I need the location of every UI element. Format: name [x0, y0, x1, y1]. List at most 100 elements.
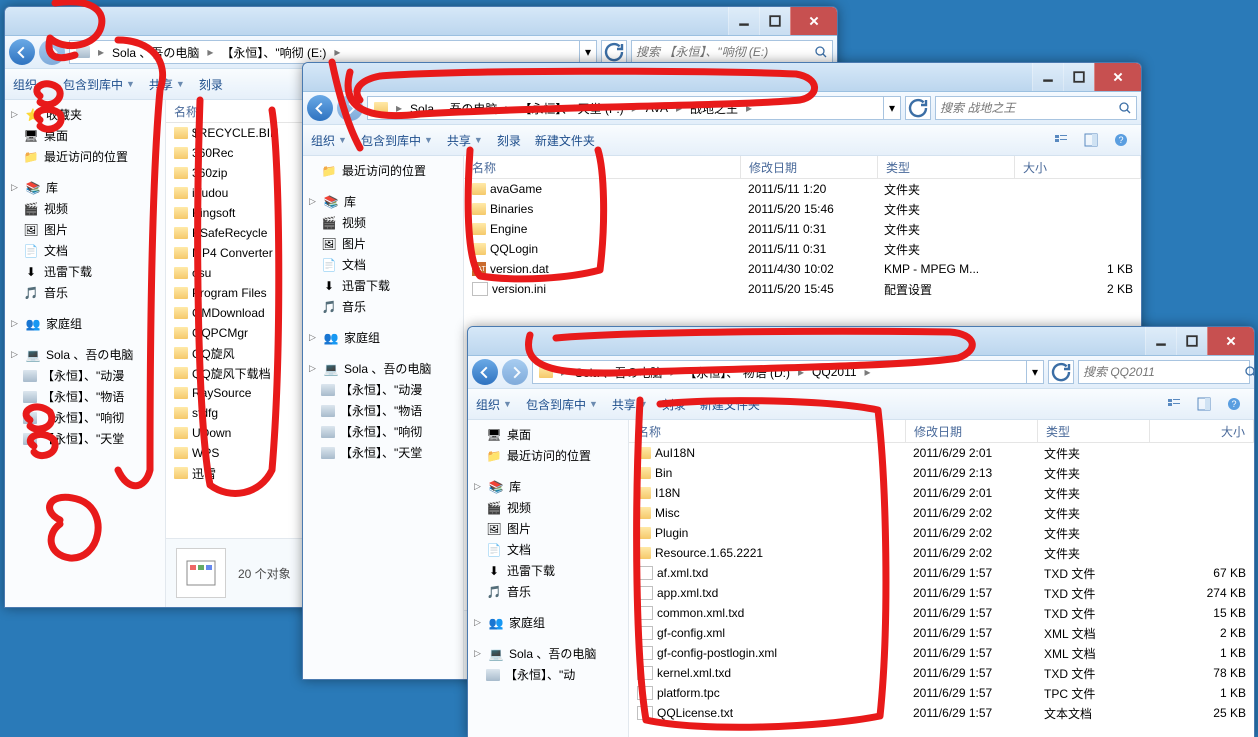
sidebar-homegroup[interactable]: ▷👥家庭组: [468, 612, 628, 633]
sidebar-recent[interactable]: 📁最近访问的位置: [303, 160, 463, 181]
forward-button[interactable]: [502, 359, 528, 385]
breadcrumb-item[interactable]: AVA: [640, 97, 674, 119]
forward-button[interactable]: [337, 95, 363, 121]
close-button[interactable]: [1094, 63, 1141, 91]
path-dropdown[interactable]: ▾: [1026, 361, 1043, 383]
sidebar-drive[interactable]: 【永恒】、"物语: [303, 400, 463, 421]
sidebar-music[interactable]: 🎵音乐: [468, 581, 628, 602]
file-list[interactable]: AuI18N2011/6/29 2:01文件夹Bin2011/6/29 2:13…: [629, 443, 1254, 737]
view-options-button[interactable]: [1162, 392, 1186, 416]
sidebar-pictures[interactable]: 🖼图片: [5, 219, 165, 240]
sidebar-drive[interactable]: 【永恒】、"物语: [5, 386, 165, 407]
breadcrumb-item[interactable]: Sola 、吾の电脑: [404, 97, 503, 119]
sidebar-desktop[interactable]: 🖥桌面: [468, 424, 628, 445]
titlebar[interactable]: [5, 7, 837, 36]
sidebar-drive[interactable]: 【永恒】、"响彻: [5, 407, 165, 428]
sidebar-pictures[interactable]: 🖼图片: [468, 518, 628, 539]
breadcrumb-bar[interactable]: ▸ Sola 、吾の电脑▸ 【永恒】、"响彻 (E:)▸ ▾: [69, 40, 597, 64]
organize-menu[interactable]: 组织▼: [311, 132, 347, 149]
list-item[interactable]: Binaries2011/5/20 15:46文件夹: [464, 199, 1141, 219]
breadcrumb-item[interactable]: Sola 、吾の电脑: [106, 41, 205, 63]
sidebar-pictures[interactable]: 🖼图片: [303, 233, 463, 254]
list-item[interactable]: Plugin2011/6/29 2:02文件夹: [629, 523, 1254, 543]
breadcrumb-bar[interactable]: ▸ Sola 、吾の电脑▸ 【永恒】、"物语 (D:)▸ QQ2011▸ ▾: [532, 360, 1044, 384]
breadcrumb-item[interactable]: 【永恒】、"响彻 (E:): [215, 41, 332, 63]
search-box[interactable]: [631, 40, 833, 64]
sidebar-xunlei[interactable]: ⬇迅雷下载: [303, 275, 463, 296]
sidebar-documents[interactable]: 📄文档: [468, 539, 628, 560]
list-item[interactable]: I18N2011/6/29 2:01文件夹: [629, 483, 1254, 503]
sidebar-drive[interactable]: 【永恒】、"动漫: [303, 379, 463, 400]
share-menu[interactable]: 共享▼: [447, 132, 483, 149]
list-item[interactable]: Bin2011/6/29 2:13文件夹: [629, 463, 1254, 483]
breadcrumb-item[interactable]: QQ2011: [806, 361, 862, 383]
maximize-button[interactable]: [1176, 327, 1207, 355]
organize-menu[interactable]: 组织▼: [476, 396, 512, 413]
list-item[interactable]: platform.tpc2011/6/29 1:57TPC 文件1 KB: [629, 683, 1254, 703]
back-button[interactable]: [9, 39, 35, 65]
col-type[interactable]: 类型: [878, 156, 1015, 178]
sidebar-video[interactable]: 🎬视频: [303, 212, 463, 233]
preview-pane-button[interactable]: [1192, 392, 1216, 416]
sidebar-computer[interactable]: ▷💻Sola 、吾の电脑: [5, 344, 165, 365]
organize-menu[interactable]: 组织▼: [13, 76, 49, 93]
col-name[interactable]: 名称: [464, 156, 741, 178]
col-date[interactable]: 修改日期: [741, 156, 878, 178]
list-item[interactable]: gf-config.xml2011/6/29 1:57XML 文档2 KB: [629, 623, 1254, 643]
sidebar-video[interactable]: 🎬视频: [468, 497, 628, 518]
list-item[interactable]: QQLicense.txt2011/6/29 1:57文本文档25 KB: [629, 703, 1254, 723]
sidebar-xunlei[interactable]: ⬇迅雷下载: [468, 560, 628, 581]
sidebar-computer[interactable]: ▷💻Sola 、吾の电脑: [303, 358, 463, 379]
sidebar-drive[interactable]: 【永恒】、"响彻: [303, 421, 463, 442]
search-box[interactable]: [935, 96, 1137, 120]
view-options-button[interactable]: [1049, 128, 1073, 152]
share-menu[interactable]: 共享▼: [612, 396, 648, 413]
list-item[interactable]: version.ini2011/5/20 15:45配置设置2 KB: [464, 279, 1141, 299]
col-type[interactable]: 类型: [1038, 420, 1150, 442]
list-item[interactable]: avaGame2011/5/11 1:20文件夹: [464, 179, 1141, 199]
sidebar-libraries[interactable]: ▷📚库: [5, 177, 165, 198]
sidebar-drive[interactable]: 【永恒】、"动漫: [5, 365, 165, 386]
forward-button[interactable]: [39, 39, 65, 65]
sidebar-recent[interactable]: 📁最近访问的位置: [468, 445, 628, 466]
list-item[interactable]: app.xml.txd2011/6/29 1:57TXD 文件274 KB: [629, 583, 1254, 603]
list-item[interactable]: Resource.1.65.22212011/6/29 2:02文件夹: [629, 543, 1254, 563]
minimize-button[interactable]: [728, 7, 759, 35]
breadcrumb-item[interactable]: Sola 、吾の电脑: [569, 361, 668, 383]
breadcrumb-bar[interactable]: ▸ Sola 、吾の电脑▸ 【永恒】、"天堂 (F:)▸ AVA▸ 战地之王▸ …: [367, 96, 901, 120]
list-item[interactable]: gf-config-postlogin.xml2011/6/29 1:57XML…: [629, 643, 1254, 663]
sidebar-libraries[interactable]: ▷📚库: [468, 476, 628, 497]
burn-button[interactable]: 刻录: [199, 76, 223, 93]
back-button[interactable]: [472, 359, 498, 385]
list-item[interactable]: Engine2011/5/11 0:31文件夹: [464, 219, 1141, 239]
titlebar[interactable]: [468, 327, 1254, 356]
sidebar-music[interactable]: 🎵音乐: [303, 296, 463, 317]
burn-button[interactable]: 刻录: [497, 132, 521, 149]
path-dropdown[interactable]: ▾: [883, 97, 900, 119]
include-lib-menu[interactable]: 包含到库中▼: [361, 132, 433, 149]
refresh-button[interactable]: [1048, 360, 1074, 384]
help-button[interactable]: ?: [1222, 392, 1246, 416]
sidebar-documents[interactable]: 📄文档: [5, 240, 165, 261]
sidebar-drive[interactable]: 【永恒】、"天堂: [5, 428, 165, 449]
sidebar-computer[interactable]: ▷💻Sola 、吾の电脑: [468, 643, 628, 664]
search-box[interactable]: [1078, 360, 1250, 384]
new-folder-button[interactable]: 新建文件夹: [700, 396, 760, 413]
search-input[interactable]: [632, 45, 810, 59]
breadcrumb-item[interactable]: 【永恒】、"天堂 (F:): [513, 97, 629, 119]
sidebar-desktop[interactable]: 🖥桌面: [5, 125, 165, 146]
preview-pane-button[interactable]: [1079, 128, 1103, 152]
sidebar-documents[interactable]: 📄文档: [303, 254, 463, 275]
maximize-button[interactable]: [1063, 63, 1094, 91]
sidebar-video[interactable]: 🎬视频: [5, 198, 165, 219]
list-item[interactable]: kernel.xml.txd2011/6/29 1:57TXD 文件78 KB: [629, 663, 1254, 683]
col-name[interactable]: 名称: [629, 420, 906, 442]
list-item[interactable]: Misc2011/6/29 2:02文件夹: [629, 503, 1254, 523]
include-lib-menu[interactable]: 包含到库中▼: [526, 396, 598, 413]
sidebar-drive[interactable]: 【永恒】、"动: [468, 664, 628, 685]
close-button[interactable]: [1207, 327, 1254, 355]
back-button[interactable]: [307, 95, 333, 121]
sidebar-homegroup[interactable]: ▷👥家庭组: [5, 313, 165, 334]
breadcrumb-item[interactable]: 战地之王: [684, 97, 744, 119]
refresh-button[interactable]: [905, 96, 931, 120]
